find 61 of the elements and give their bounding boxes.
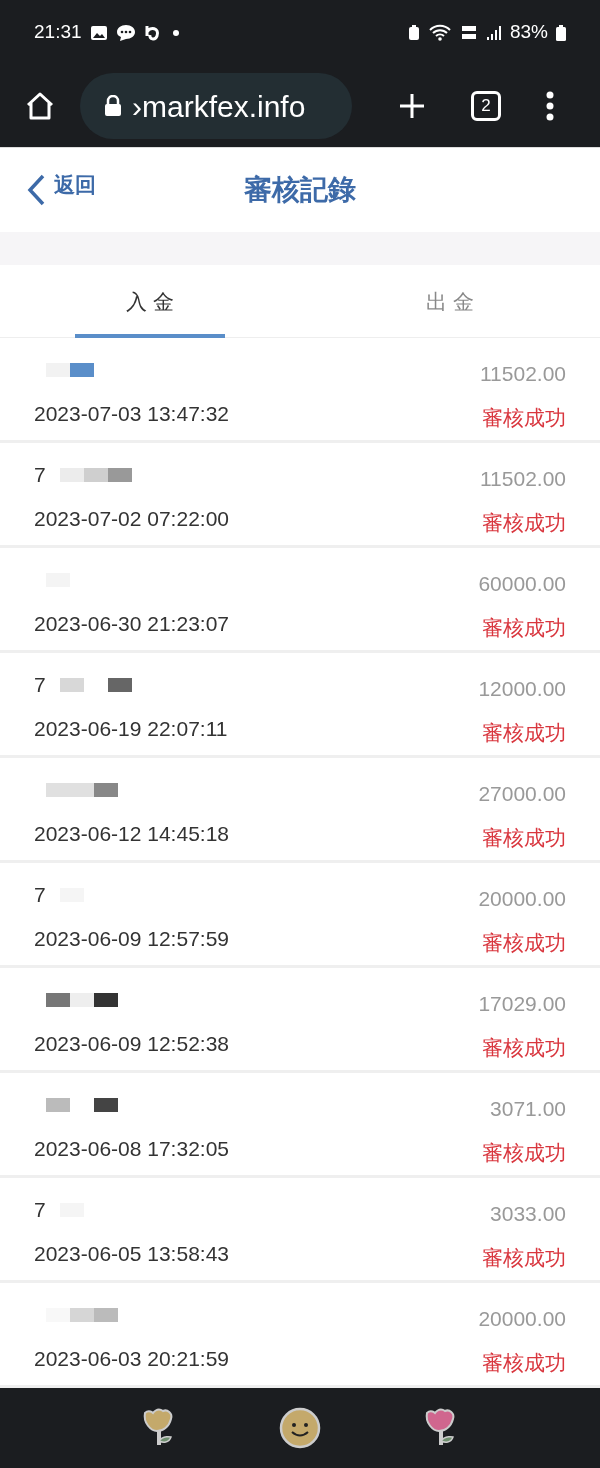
amount: 3033.00 <box>490 1201 566 1227</box>
amount: 20000.00 <box>478 886 566 912</box>
menu-icon[interactable] <box>545 91 554 121</box>
battery-icon <box>556 24 566 41</box>
status-text: 審核成功 <box>482 1139 566 1166</box>
chat-icon <box>115 23 136 42</box>
account-text: 7 <box>34 1197 46 1224</box>
amount: 11502.00 <box>479 466 566 492</box>
status-text: 審核成功 <box>482 929 566 956</box>
status-text: 審核成功 <box>482 509 566 536</box>
url-field[interactable]: ›markfex.info <box>80 73 352 139</box>
record-time: 2023-06-09 12:52:38 <box>34 1031 229 1057</box>
record-time: 2023-06-03 20:21:59 <box>34 1346 229 1372</box>
back-icon <box>26 174 46 206</box>
account-text: 7 <box>34 672 46 699</box>
back-button[interactable]: 返回 <box>26 174 96 206</box>
status-text: 審核成功 <box>482 1244 566 1271</box>
redaction-mask <box>46 993 118 1007</box>
tab[interactable]: 出 金 <box>375 265 525 338</box>
dot-icon <box>171 28 180 37</box>
record-time: 2023-06-09 12:57:59 <box>34 926 229 952</box>
amount: 60000.00 <box>478 571 566 597</box>
amount: 27000.00 <box>478 781 566 807</box>
record-time: 2023-06-30 21:23:07 <box>34 611 229 637</box>
record-time: 2023-06-19 22:07:11 <box>34 716 228 742</box>
record-time: 2023-07-02 07:22:00 <box>34 506 229 532</box>
battery-saver-icon <box>407 24 420 41</box>
account-text: 7 <box>34 462 46 489</box>
battery-percent: 83% <box>509 20 548 45</box>
account-text: 7 <box>34 882 46 909</box>
redaction-mask <box>46 783 118 797</box>
new-tab-icon[interactable] <box>398 92 427 120</box>
page-title: 審核記錄 <box>244 173 356 207</box>
home-icon[interactable] <box>24 90 56 122</box>
url-text: ›markfex.info <box>132 88 306 125</box>
redaction-mask <box>46 363 94 377</box>
record-time: 2023-06-12 14:45:18 <box>34 821 229 847</box>
amount: 12000.00 <box>478 676 566 702</box>
amount: 3071.00 <box>490 1096 566 1122</box>
smiley-icon[interactable] <box>279 1407 321 1449</box>
amount: 20000.00 <box>478 1306 566 1332</box>
signal-icon <box>485 24 502 41</box>
lock-icon <box>104 95 122 117</box>
tab[interactable]: 入 金 <box>75 265 225 338</box>
wifi-icon <box>427 23 452 42</box>
tab-count-button[interactable]: 2 <box>471 91 501 121</box>
status-text: 審核成功 <box>482 614 566 641</box>
record-time: 2023-06-08 17:32:05 <box>34 1136 229 1162</box>
record-time: 2023-06-05 13:58:43 <box>34 1241 229 1267</box>
status-text: 審核成功 <box>482 404 566 431</box>
status-text: 審核成功 <box>482 719 566 746</box>
status-text: 審核成功 <box>482 1034 566 1061</box>
amount: 11502.00 <box>479 361 566 387</box>
record-time: 2023-07-03 13:47:32 <box>34 401 229 427</box>
status-time: 21:31 <box>34 20 82 45</box>
image-icon <box>89 24 108 41</box>
redaction-mask <box>46 1098 118 1112</box>
amount: 17029.00 <box>478 991 566 1017</box>
status-text: 審核成功 <box>482 1349 566 1376</box>
redaction-mask <box>46 1308 118 1322</box>
status-text: 審核成功 <box>482 824 566 851</box>
